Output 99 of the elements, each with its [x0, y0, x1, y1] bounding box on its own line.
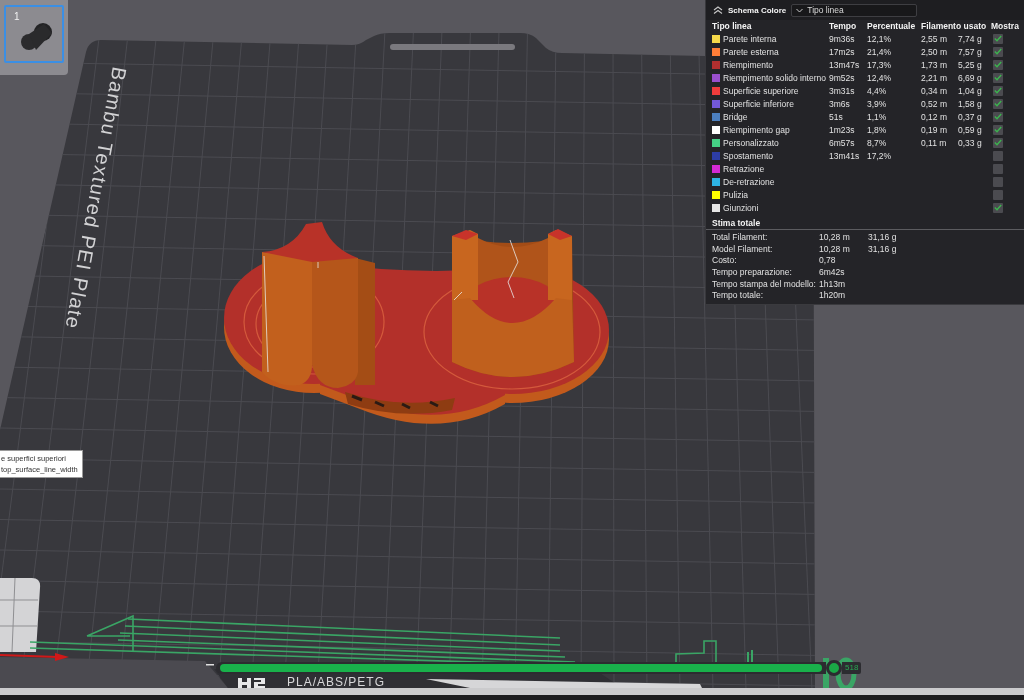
time-cell-text: 51s [829, 111, 844, 122]
summary-title: Stima totale [706, 214, 1024, 230]
percent-cell-text: 12,4% [867, 72, 893, 83]
show-checkbox[interactable] [993, 124, 1003, 135]
time-cell-text: 9m52s [829, 72, 856, 83]
length-cell-text: 0,19 m [921, 124, 948, 135]
summary-value: 31,16 g [868, 231, 898, 242]
length-cell-text: 2,50 m [921, 46, 948, 57]
model-thumbnail-icon [20, 21, 54, 51]
weight-cell-text: 6,69 g [958, 72, 983, 83]
line-type-name: Superficie inferiore [723, 98, 794, 109]
percent-cell-text: 21,4% [867, 46, 893, 57]
line-type-name: Superficie superiore [723, 85, 799, 96]
weight-cell-text: 5,25 g [958, 59, 983, 70]
time-cell-text: 13m47s [829, 59, 861, 70]
weight-cell-text: 0,33 g [958, 137, 983, 148]
time-cell-text: 17m2s [829, 46, 856, 57]
summary-label: Tempo stampa del modello: [712, 278, 817, 289]
summary-value: 1h13m [819, 278, 846, 289]
column-header: Filamento usato [921, 21, 988, 31]
show-checkbox[interactable] [993, 85, 1003, 96]
line-type-name: Personalizzato [723, 137, 779, 148]
show-checkbox[interactable] [993, 59, 1003, 70]
summary-label: Tempo preparazione: [712, 266, 793, 277]
summary-value: 0,78 [819, 255, 837, 266]
percent-cell-text: 17,2% [867, 150, 893, 161]
length-cell-text: 0,11 m [921, 137, 948, 148]
percent-cell-text: 1,1% [867, 111, 888, 122]
show-checkbox[interactable] [993, 72, 1003, 83]
x-axis-arrow [0, 653, 69, 661]
weight-cell-text: 1,58 g [958, 98, 983, 109]
weight-cell-text: 0,59 g [958, 124, 983, 135]
line-type-name: Retrazione [723, 163, 765, 174]
percent-cell-text: 1,8% [867, 124, 888, 135]
percent-cell-text: 4,4% [867, 85, 888, 96]
summary-label: Costo: [712, 255, 738, 266]
column-header: Mostra [991, 21, 1020, 31]
line-type-name: Bridge [723, 111, 748, 122]
collapse-icon[interactable] [713, 6, 723, 14]
time-cell-text: 3m31s [829, 85, 856, 96]
summary-value: 10,28 m [819, 231, 851, 242]
line-type-name: De-retrazione [723, 176, 775, 187]
summary-label: Total Filament: [712, 231, 769, 242]
plate-number: 1 [14, 11, 20, 22]
summary-value: 1h20m [819, 290, 846, 301]
show-checkbox[interactable] [993, 202, 1003, 213]
length-cell-text: 2,21 m [921, 72, 948, 83]
check-icon [994, 204, 1002, 211]
line-type-name: Riempimento solido interno [723, 72, 826, 83]
length-cell-text: 1,73 m [921, 59, 948, 70]
line-type-name: Pulizia [723, 189, 749, 200]
time-cell-text: 1m23s [829, 124, 856, 135]
caret-icon [796, 7, 804, 13]
plate-material-label: PLA/ABS/PETG [287, 675, 386, 689]
show-checkbox[interactable] [993, 111, 1003, 122]
line-type-name: Parete interna [723, 33, 777, 44]
show-checkbox[interactable] [993, 189, 1003, 200]
legend-title: Schema Colore [728, 5, 787, 15]
summary-value: 31,16 g [868, 243, 898, 254]
show-checkbox[interactable] [993, 163, 1003, 174]
weight-cell-text: 0,37 g [958, 111, 983, 122]
column-header: Tipo linea [712, 21, 753, 31]
line-type-name: Riempimento gap [723, 124, 790, 135]
percent-cell-text: 3,9% [867, 98, 888, 109]
summary-label: Model Filament: [712, 243, 774, 254]
length-cell-text: 2,55 m [921, 33, 948, 44]
length-cell-text: 0,34 m [921, 85, 948, 96]
show-checkbox[interactable] [993, 137, 1003, 148]
line-type-name: Giunzioni [723, 202, 759, 213]
column-header: Tempo [829, 21, 858, 31]
length-cell-text: 0,12 m [921, 111, 948, 122]
line-type-name: Parete esterna [723, 46, 779, 57]
summary-label: Tempo totale: [712, 290, 765, 301]
time-cell-text: 3m6s [829, 98, 851, 109]
time-cell-text: 13m41s [829, 150, 861, 161]
show-checkbox[interactable] [993, 46, 1003, 57]
weight-cell-text: 1,04 g [958, 85, 983, 96]
slider-tick [206, 664, 214, 666]
percent-cell-text: 17,3% [867, 59, 893, 70]
summary-value: 6m42s [819, 266, 846, 277]
show-checkbox[interactable] [993, 176, 1003, 187]
length-cell-text: 0,52 m [921, 98, 948, 109]
show-checkbox[interactable] [993, 33, 1003, 44]
show-checkbox[interactable] [993, 150, 1003, 161]
logo-icon [238, 678, 265, 688]
weight-cell-text: 7,57 g [958, 46, 983, 57]
line-type-name: Spostamento [723, 150, 774, 161]
percent-cell-text: 8,7% [867, 137, 888, 148]
summary-value: 10,28 m [819, 243, 851, 254]
time-cell-text: 9m36s [829, 33, 856, 44]
percent-cell-text: 12,1% [867, 33, 893, 44]
show-checkbox[interactable] [993, 98, 1003, 109]
view-type-dropdown[interactable]: Tipo linea [791, 3, 918, 17]
layer-number: 518 [842, 662, 862, 674]
weight-cell-text: 7,74 g [958, 33, 983, 44]
line-type-name: Riempimento [723, 59, 774, 70]
column-header: Percentuale [867, 21, 917, 31]
time-cell-text: 6m57s [829, 137, 856, 148]
plate-label: Bambu Textured PEI Plate [61, 65, 131, 330]
